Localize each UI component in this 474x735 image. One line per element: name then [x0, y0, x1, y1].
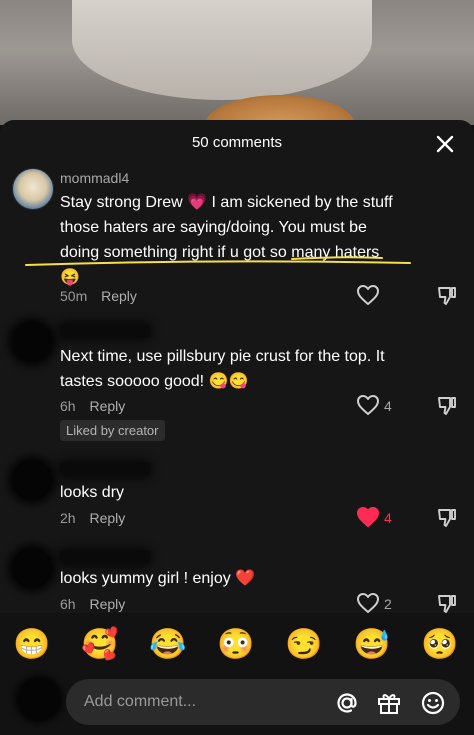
- comment-text-line: Stay strong Drew 💗 I am sickened by the …: [60, 194, 393, 211]
- avatar[interactable]: [12, 322, 52, 362]
- heart-icon[interactable]: [356, 284, 380, 306]
- at-icon[interactable]: [334, 690, 360, 716]
- avatar: [18, 678, 60, 720]
- heart-icon[interactable]: [356, 394, 380, 416]
- comment-input-row: Add comment...: [0, 673, 474, 735]
- comment-text-segment: those haters are saying/doing.: [60, 219, 279, 236]
- reply-button[interactable]: Reply: [89, 596, 125, 612]
- like-count: 4: [384, 510, 392, 526]
- quick-emoji-bar: 😁 🥰 😂 😳 😏 😅 🥺: [0, 613, 474, 673]
- emoji-grin-button[interactable]: 😁: [12, 625, 52, 665]
- emoji-flushed-button[interactable]: 😳: [216, 625, 256, 665]
- comment-text-segment-underlined: You must be: [278, 219, 367, 236]
- comment-text-line: those haters are saying/doing. You must …: [60, 215, 440, 240]
- emoji-smirk-button[interactable]: 😏: [284, 625, 324, 665]
- video-background: [0, 0, 474, 125]
- comment-text-line: looks dry: [60, 484, 125, 501]
- highlight-underline: [25, 256, 411, 266]
- comment-text: looks yummy girl ! enjoy ❤️: [60, 566, 420, 591]
- comment-meta: 50m Reply: [60, 288, 147, 304]
- comment-text-line: Next time, use pillsbury pie crust for t…: [60, 348, 385, 365]
- background-plate: [72, 0, 372, 100]
- comment-time: 6h: [60, 596, 76, 612]
- comments-header: 50 comments: [0, 120, 474, 168]
- dislike-icon[interactable]: [436, 593, 458, 615]
- avatar[interactable]: [12, 168, 54, 210]
- comment-time: 6h: [60, 398, 76, 414]
- comment-text-line: looks yummy girl ! enjoy ❤️: [60, 570, 256, 587]
- comments-count-title: 50 comments: [191, 134, 283, 151]
- heart-icon[interactable]: [356, 592, 380, 614]
- dislike-icon[interactable]: [436, 395, 458, 417]
- gift-icon[interactable]: [376, 690, 402, 716]
- dislike-icon[interactable]: [436, 507, 458, 529]
- comment-username[interactable]: mommadl4: [60, 170, 129, 186]
- like-count: 2: [384, 596, 392, 612]
- emoji-pleading-button[interactable]: 🥺: [420, 625, 460, 665]
- like-count: 4: [384, 398, 392, 414]
- comment-username[interactable]: [60, 462, 150, 476]
- close-icon[interactable]: [434, 133, 456, 155]
- comment-meta: 2h Reply: [60, 510, 135, 526]
- reply-button[interactable]: Reply: [89, 510, 125, 526]
- emoji-laugh-button[interactable]: 😂: [148, 625, 188, 665]
- comment-username[interactable]: [60, 550, 150, 564]
- comment-input-placeholder: Add comment...: [84, 693, 197, 710]
- emoji-sweat-button[interactable]: 😅: [352, 625, 392, 665]
- comment-text-line: tastes sooooo good! 😋😋: [60, 373, 249, 390]
- comment-text: Stay strong Drew 💗 I am sickened by the …: [60, 190, 440, 290]
- add-comment-input[interactable]: Add comment...: [66, 679, 460, 725]
- avatar[interactable]: [12, 548, 52, 588]
- comment-time: 2h: [60, 510, 76, 526]
- emoji-icon[interactable]: [420, 690, 446, 716]
- comment-time: 50m: [60, 288, 88, 304]
- avatar[interactable]: [12, 460, 52, 500]
- comment-text: looks dry: [60, 480, 420, 505]
- reply-button[interactable]: Reply: [101, 288, 137, 304]
- comment-username[interactable]: [60, 324, 150, 338]
- heart-icon-liked[interactable]: [356, 506, 380, 528]
- emoji-hearts-button[interactable]: 🥰: [80, 625, 120, 665]
- liked-by-creator-badge: Liked by creator: [60, 420, 165, 441]
- reply-button[interactable]: Reply: [89, 398, 125, 414]
- comment-text: Next time, use pillsbury pie crust for t…: [60, 344, 440, 394]
- comment-meta: 6h Reply: [60, 398, 135, 414]
- comment-meta: 6h Reply: [60, 596, 135, 612]
- dislike-icon[interactable]: [436, 285, 458, 307]
